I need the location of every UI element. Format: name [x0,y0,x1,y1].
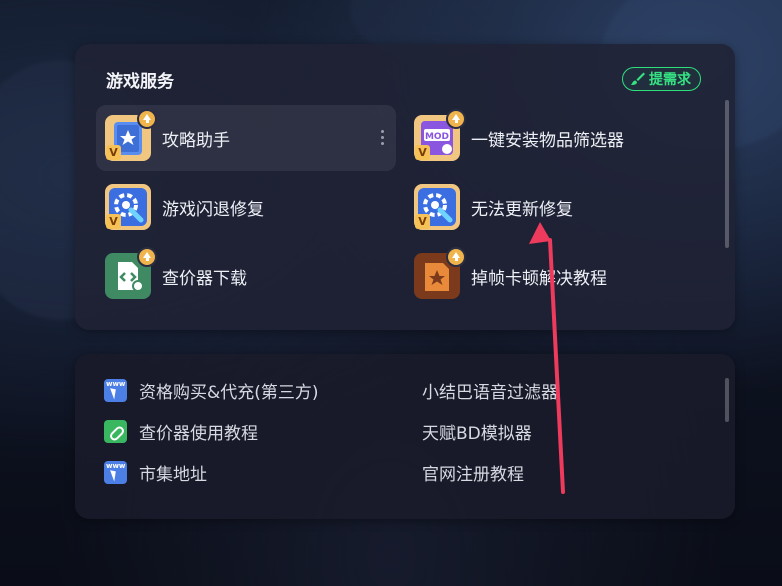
scrollbar[interactable] [725,100,729,248]
link-item[interactable]: 小结巴语音过滤器 [422,378,558,403]
request-button[interactable]: 提需求 [622,67,701,91]
link-item[interactable]: 天赋BD模拟器 [422,419,532,444]
service-item-update-fix[interactable]: V 无法更新修复 [405,174,705,240]
service-item-label: 一键安装物品筛选器 [471,130,624,151]
game-service-panel: 游戏服务 提需求 V 攻略助手 MOD V 一键安装物品筛选器 V 游戏闪退修复… [75,44,735,330]
link-label: 查价器使用教程 [139,423,258,444]
v-badge: V [415,214,430,229]
link-label: 官网注册教程 [422,464,524,485]
brush-icon [631,72,645,85]
more-menu-icon[interactable] [380,130,384,145]
link-item[interactable]: 官网注册教程 [422,460,524,485]
link-label: 小结巴语音过滤器 [422,382,558,403]
v-badge: V [415,145,430,160]
request-button-label: 提需求 [649,72,691,88]
service-item-price-checker-download[interactable]: 查价器下载 [96,243,396,309]
repair-gear-icon: V [105,184,151,230]
upgrade-arrow-icon [137,109,157,129]
link-item[interactable]: 资格购买&代充(第三方) [104,378,319,403]
link-label: 市集地址 [139,464,207,485]
service-item-label: 掉帧卡顿解决教程 [471,268,607,289]
upgrade-arrow-icon [446,247,466,267]
chain-link-icon [104,419,127,443]
service-item-label: 无法更新修复 [471,199,573,220]
link-item[interactable]: 查价器使用教程 [104,419,258,444]
service-item-label: 游戏闪退修复 [162,199,264,220]
service-item-crash-fix[interactable]: V 游戏闪退修复 [96,174,396,240]
link-item[interactable]: 市集地址 [104,460,207,485]
service-item-filter-installer[interactable]: MOD V 一键安装物品筛选器 [405,105,705,171]
www-link-icon [104,378,127,402]
link-label: 天赋BD模拟器 [422,423,532,444]
v-badge: V [106,145,121,160]
service-item-guide[interactable]: V 攻略助手 [96,105,396,171]
service-item-label: 攻略助手 [162,130,230,151]
panel-title: 游戏服务 [106,72,174,92]
svg-text:MOD: MOD [425,132,449,142]
service-item-lag-fix-tutorial[interactable]: 掉帧卡顿解决教程 [405,243,705,309]
mod-file-icon: MOD V [414,109,466,161]
scrollbar[interactable] [725,378,729,422]
code-file-icon [105,247,157,299]
links-panel: 资格购买&代充(第三方) 小结巴语音过滤器 查价器使用教程 天赋BD模拟器 市集… [75,354,735,519]
service-item-label: 查价器下载 [162,268,247,289]
link-label: 资格购买&代充(第三方) [139,382,319,403]
www-link-icon [104,460,127,484]
guide-book-icon: V [105,109,157,161]
repair-gear-icon: V [414,184,460,230]
upgrade-arrow-icon [137,247,157,267]
v-badge: V [106,214,121,229]
lag-fix-icon [414,247,466,299]
upgrade-arrow-icon [446,109,466,129]
